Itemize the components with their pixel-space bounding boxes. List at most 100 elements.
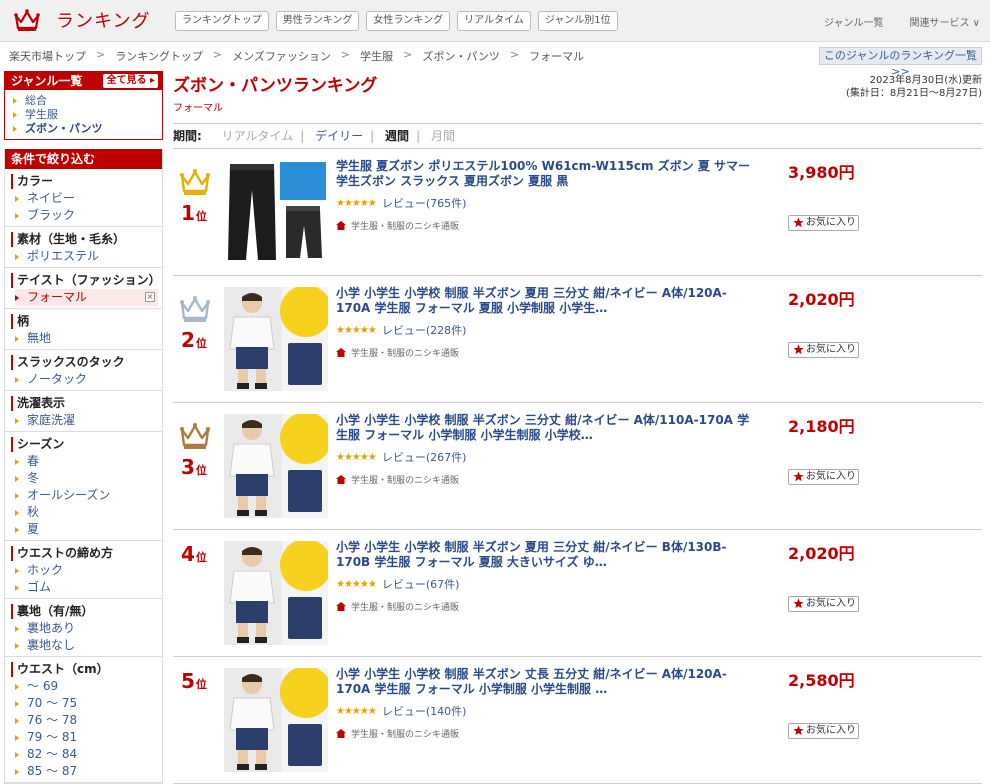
nav-ranking-top[interactable]: ランキングトップ (175, 11, 269, 31)
shop-link[interactable]: 学生服・制服のニシキ通販 (351, 219, 459, 232)
product-thumbnail[interactable] (224, 160, 328, 264)
filter-option[interactable]: 79 ～ 81 (15, 729, 162, 746)
filter-option[interactable]: 秋 (15, 504, 162, 521)
related-services-dropdown[interactable]: 関連サービス ∨ (910, 14, 981, 29)
favorite-button[interactable]: お気に入り (788, 596, 859, 612)
period-realtime[interactable]: リアルタイム (222, 129, 294, 143)
product-price: 2,020円 (788, 290, 855, 309)
period-monthly[interactable]: 月間 (431, 129, 455, 143)
filter-option-label: 82 ～ 84 (27, 747, 78, 761)
product-thumbnail[interactable] (224, 285, 332, 391)
genre-list-link[interactable]: ジャンル一覧 (824, 14, 884, 29)
nav-men-ranking[interactable]: 男性ランキング (275, 11, 360, 31)
filter-group: ウエストの締め方 ホック ゴム (5, 541, 162, 599)
favorite-button[interactable]: お気に入り (788, 723, 859, 739)
ranking-logo[interactable]: ランキング (14, 7, 150, 33)
genre-list: 総合 学生服 ズボン・パンツ (5, 90, 162, 139)
filter-option[interactable]: ブラック (15, 207, 162, 224)
product-thumbnail[interactable] (224, 412, 332, 518)
filter-option[interactable]: 無地 (15, 330, 162, 347)
logo-text: ランキング (56, 11, 151, 32)
review-link[interactable]: レビュー(765件) (382, 195, 467, 211)
genre-item-pants[interactable]: ズボン・パンツ (13, 122, 162, 136)
house-icon (336, 221, 346, 230)
filter-option-label: 70 ～ 75 (27, 696, 78, 710)
shop-link[interactable]: 学生服・制服のニシキ通販 (351, 600, 459, 613)
filter-option[interactable]: ポリエステル (15, 248, 162, 265)
review-link[interactable]: レビュー(140件) (382, 703, 467, 719)
breadcrumb-item[interactable]: 学生服 (360, 48, 393, 64)
filter-option[interactable]: 85 ～ 87 (15, 763, 162, 780)
genre-item-all[interactable]: 総合 (13, 94, 162, 108)
filter-option[interactable]: ゴム (15, 579, 162, 596)
filter-option[interactable]: 70 ～ 75 (15, 695, 162, 712)
filter-option[interactable]: 82 ～ 84 (15, 746, 162, 763)
review-link[interactable]: レビュー(228件) (382, 322, 467, 338)
breadcrumb-item[interactable]: フォーマル (529, 48, 584, 64)
rank-value: 1 (181, 201, 195, 225)
product-name-link[interactable]: 小学 小学生 小学校 制服 半ズボン 夏用 三分丈 紺/ネイビー A体/120A… (336, 286, 756, 316)
filter-option[interactable]: 春 (15, 453, 162, 470)
page-subtitle: フォーマル (173, 103, 223, 114)
breadcrumb-item[interactable]: 楽天市場トップ (9, 48, 86, 64)
product-name-link[interactable]: 小学 小学生 小学校 制服 半ズボン 三分丈 紺/ネイビー A体/110A-17… (336, 413, 756, 443)
nav-realtime[interactable]: リアルタイム (457, 11, 531, 31)
breadcrumb-item[interactable]: ズボン・パンツ (422, 48, 500, 64)
genre-ranking-list-link[interactable]: このジャンルのランキング一覧 >> (819, 47, 982, 78)
shop-row: 学生服・制服のニシキ通販 (336, 219, 756, 232)
filter-option-label: ネイビー (27, 191, 76, 205)
update-info: 2023年8月30日(水)更新 (集計日：8月21日～8月27日) (846, 74, 982, 100)
crown-icon (14, 9, 40, 31)
filter-option[interactable]: オールシーズン (15, 487, 162, 504)
ranking-item: 1位 学生服 夏ズボン ポリエステル100% W61cm-W115cm ズボン … (173, 149, 982, 276)
rank-value: 2 (181, 328, 195, 352)
close-icon[interactable]: × (145, 292, 155, 302)
filter-option[interactable]: ノータック (15, 371, 162, 388)
breadcrumb-item[interactable]: ランキングトップ (115, 48, 203, 64)
nav-women-ranking[interactable]: 女性ランキング (366, 11, 451, 31)
filter-option[interactable]: ～ 69 (15, 678, 162, 695)
filter-option-label: 85 ～ 87 (27, 764, 78, 778)
review-link[interactable]: レビュー(67件) (382, 576, 460, 592)
filter-option[interactable]: ホック (15, 562, 162, 579)
period-label: 期間: (173, 129, 202, 143)
filter-option[interactable]: 冬 (15, 470, 162, 487)
period-daily[interactable]: デイリー (315, 129, 363, 143)
product-thumbnail[interactable] (224, 539, 332, 645)
product-info: 小学 小学生 小学校 制服 半ズボン 夏用 三分丈 紺/ネイビー B体/130B… (336, 540, 756, 613)
filter-option[interactable]: 裏地なし (15, 637, 162, 654)
filter-group-title: 裏地（有/無） (11, 604, 162, 619)
period-weekly[interactable]: 週間 (385, 129, 409, 143)
breadcrumb-item[interactable]: メンズファッション (232, 48, 331, 64)
favorite-button[interactable]: お気に入り (788, 215, 859, 231)
genre-item-school-uniform[interactable]: 学生服 (13, 108, 162, 122)
ranking-item: 2位 小学 小学生 小学校 制服 半ズボン 夏用 三分丈 紺/ネイビー A体/1… (173, 276, 982, 403)
filter-option[interactable]: 裏地あり (15, 620, 162, 637)
product-price: 2,020円 (788, 544, 855, 563)
review-link[interactable]: レビュー(267件) (382, 449, 467, 465)
nav-genre-first[interactable]: ジャンル別1位 (537, 11, 618, 31)
see-all-button[interactable]: 全て見る ▸ (103, 74, 158, 88)
favorite-button[interactable]: お気に入り (788, 469, 859, 485)
breadcrumb-separator: > (340, 48, 351, 61)
filter-option-selected[interactable]: フォーマル × (15, 289, 158, 306)
filter-option[interactable]: ネイビー (15, 190, 162, 207)
filter-option[interactable]: 夏 (15, 521, 162, 538)
shop-link[interactable]: 学生服・制服のニシキ通販 (351, 727, 459, 740)
filter-option[interactable]: 76 ～ 78 (15, 712, 162, 729)
product-image-pants (224, 160, 328, 264)
filter-option-label: 冬 (27, 471, 40, 485)
rank-suffix: 位 (195, 551, 207, 564)
product-name-link[interactable]: 小学 小学生 小学校 制服 半ズボン 夏用 三分丈 紺/ネイビー B体/130B… (336, 540, 756, 570)
favorite-button[interactable]: お気に入り (788, 342, 859, 358)
product-name-link[interactable]: 学生服 夏ズボン ポリエステル100% W61cm-W115cm ズボン 夏 サ… (336, 159, 756, 189)
filter-option[interactable]: 家庭洗濯 (15, 412, 162, 429)
sidebar: ジャンル一覧 全て見る ▸ 総合 学生服 ズボン・パンツ 条件で絞り込む カラー… (4, 71, 163, 784)
star-icon (793, 598, 804, 609)
shop-link[interactable]: 学生服・制服のニシキ通販 (351, 346, 459, 359)
product-image-kid (224, 539, 332, 645)
shop-link[interactable]: 学生服・制服のニシキ通販 (351, 473, 459, 486)
product-thumbnail[interactable] (224, 666, 332, 772)
period-divider: | (370, 129, 375, 143)
product-name-link[interactable]: 小学 小学生 小学校 制服 半ズボン 丈長 五分丈 紺/ネイビー A体/120A… (336, 667, 756, 697)
